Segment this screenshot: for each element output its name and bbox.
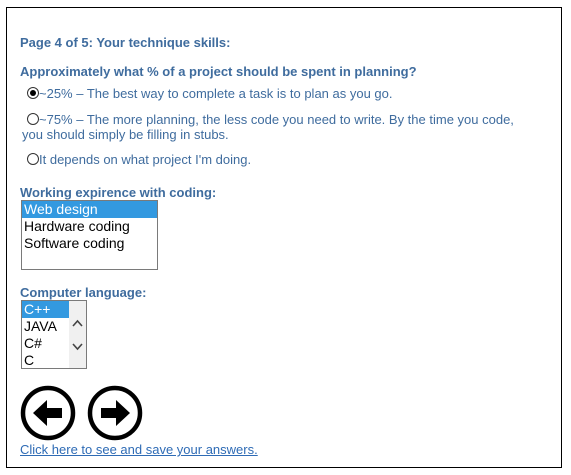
radio-option-label-continued: you should simply be filling in stubs. — [22, 127, 229, 142]
coding-experience-listbox[interactable]: Web design Hardware coding Software codi… — [21, 200, 158, 270]
list-item-csharp[interactable]: C# — [22, 335, 69, 352]
computer-language-label: Computer language: — [20, 285, 147, 300]
listbox-scrollbar[interactable] — [69, 301, 86, 368]
page-title: Page 4 of 5: Your technique skills: — [20, 35, 231, 50]
radio-button-checked[interactable] — [27, 87, 39, 99]
list-item-cpp[interactable]: C++ — [22, 301, 69, 318]
list-item-java[interactable]: JAVA — [22, 318, 69, 335]
radio-option-75[interactable]: ~75% – The more planning, the less code … — [22, 112, 542, 142]
radio-option-25[interactable]: ~25% – The best way to complete a task i… — [27, 86, 393, 101]
chevron-up-icon[interactable] — [71, 317, 84, 329]
computer-language-listbox[interactable]: C++ JAVA C# C — [21, 300, 87, 369]
list-item-web-design[interactable]: Web design — [22, 201, 157, 218]
coding-experience-label: Working expirence with coding: — [20, 185, 217, 200]
save-answers-link[interactable]: Click here to see and save your answers. — [20, 442, 258, 457]
chevron-down-icon[interactable] — [71, 341, 84, 353]
radio-button[interactable] — [27, 113, 39, 125]
radio-option-label: ~75% – The more planning, the less code … — [39, 112, 514, 127]
question-title: Approximately what % of a project should… — [20, 64, 417, 79]
list-item-hardware-coding[interactable]: Hardware coding — [22, 218, 157, 235]
arrow-left-circle-icon[interactable] — [20, 385, 76, 441]
radio-option-depends[interactable]: It depends on what project I'm doing. — [27, 152, 251, 167]
list-item-c[interactable]: C — [22, 352, 69, 368]
radio-option-label: It depends on what project I'm doing. — [39, 152, 252, 167]
list-item-software-coding[interactable]: Software coding — [22, 235, 157, 252]
radio-button[interactable] — [27, 153, 39, 165]
arrow-right-circle-icon[interactable] — [87, 385, 143, 441]
radio-option-label: ~25% – The best way to complete a task i… — [39, 86, 393, 101]
